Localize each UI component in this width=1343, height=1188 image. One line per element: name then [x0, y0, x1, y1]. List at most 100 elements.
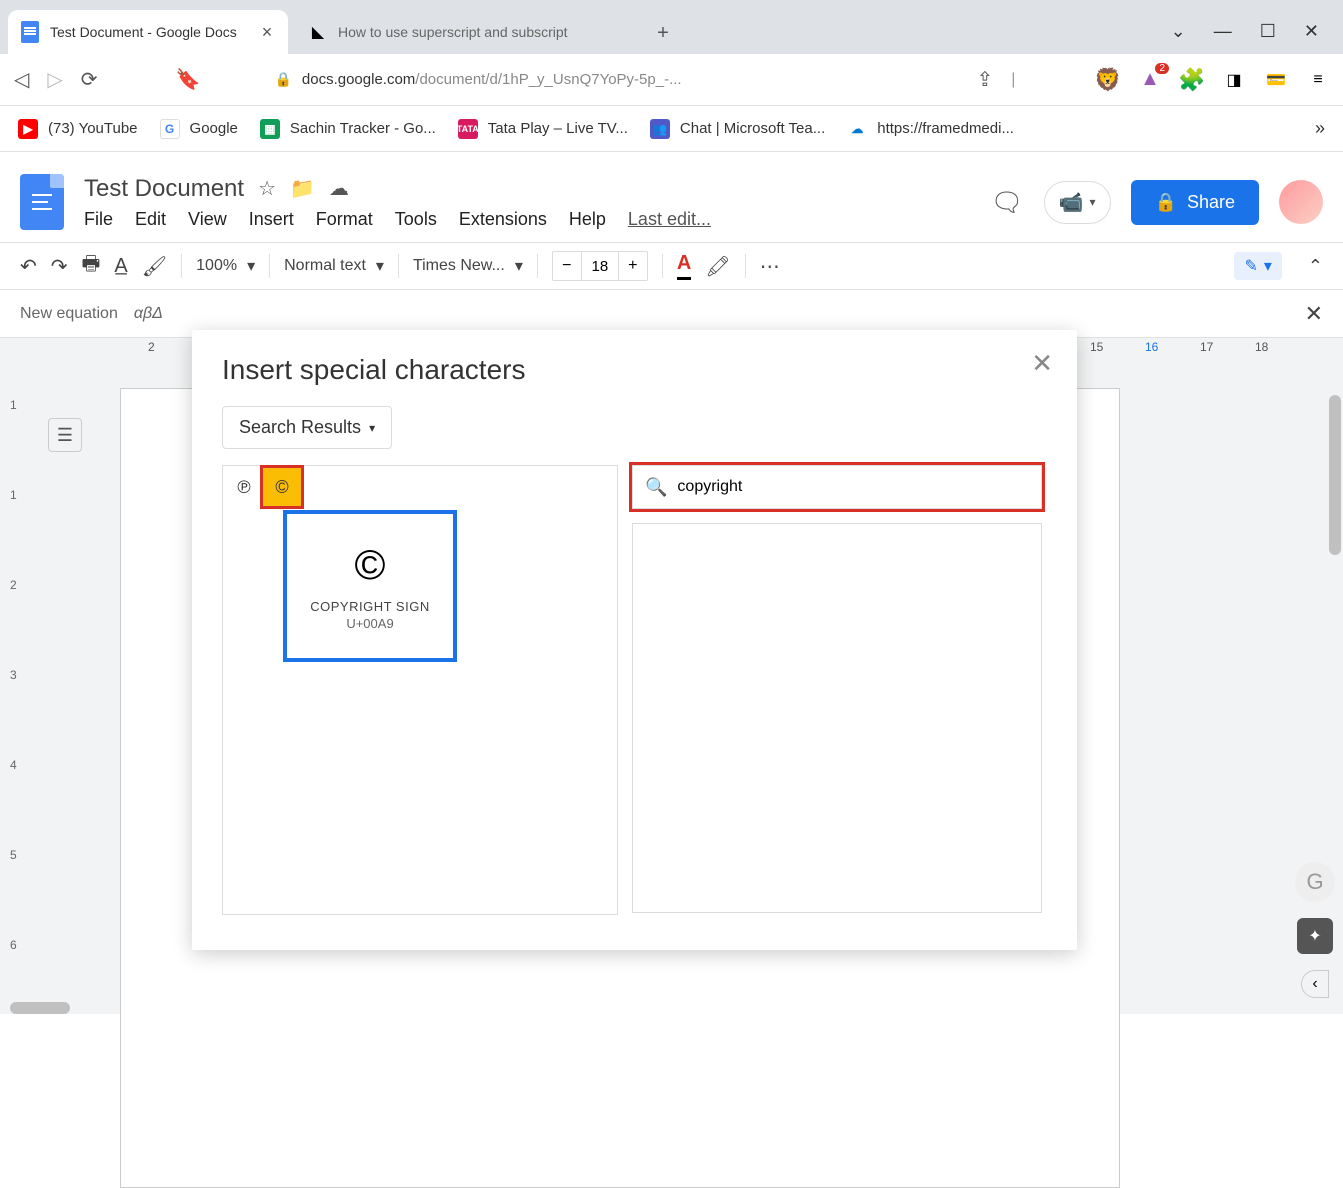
- tab-title: How to use superscript and subscript: [338, 24, 624, 40]
- extensions-icon[interactable]: 🧩: [1181, 69, 1203, 91]
- maximize-icon[interactable]: ☐: [1260, 21, 1276, 42]
- bookmark-onedrive[interactable]: ☁https://framedmedi...: [847, 119, 1014, 139]
- character-result[interactable]: ℗: [225, 468, 263, 506]
- horizontal-scrollbar[interactable]: [10, 1002, 70, 1014]
- menu-extensions[interactable]: Extensions: [459, 209, 547, 230]
- cloud-status-icon[interactable]: ☁: [329, 176, 349, 201]
- print-button[interactable]: 🖶: [82, 249, 101, 283]
- grammarly-icon[interactable]: G: [1295, 862, 1335, 902]
- bookmark-label: Sachin Tracker - Go...: [290, 120, 436, 137]
- vertical-scrollbar[interactable]: [1329, 395, 1341, 555]
- bookmarks-overflow[interactable]: »: [1315, 118, 1325, 139]
- spellcheck-button[interactable]: A̲: [114, 255, 127, 278]
- bookmark-youtube[interactable]: ▶(73) YouTube: [18, 119, 138, 139]
- text-color-button[interactable]: A: [677, 252, 691, 280]
- docs-logo-icon[interactable]: [20, 174, 64, 230]
- bookmark-label: Tata Play – Live TV...: [488, 120, 628, 137]
- account-avatar[interactable]: [1279, 180, 1323, 224]
- share-button[interactable]: 🔒Share: [1131, 180, 1259, 225]
- dialog-title: Insert special characters: [222, 354, 1047, 386]
- brave-shield-icon[interactable]: 🦁: [1097, 69, 1119, 91]
- new-tab-button[interactable]: +: [648, 18, 678, 48]
- paint-format-button[interactable]: 🖌: [142, 254, 167, 279]
- special-characters-dialog: ✕ Insert special characters Search Resul…: [192, 330, 1077, 950]
- star-icon[interactable]: ☆: [258, 176, 276, 201]
- tab-title: Test Document - Google Docs: [50, 24, 258, 40]
- redo-button[interactable]: ↷: [51, 254, 68, 279]
- menu-icon[interactable]: ≡: [1307, 69, 1329, 91]
- character-search-input[interactable]: [677, 478, 1029, 496]
- comment-history-icon[interactable]: 🗨: [991, 187, 1024, 218]
- url-input[interactable]: 🔒 docs.google.com/document/d/1hP_y_UsnQ7…: [258, 62, 958, 98]
- bookmark-sheets[interactable]: ▦Sachin Tracker - Go...: [260, 119, 436, 139]
- bookmark-label: (73) YouTube: [48, 120, 138, 137]
- bookmark-tata[interactable]: TATATata Play – Live TV...: [458, 119, 628, 139]
- document-outline-button[interactable]: ☰: [48, 418, 82, 452]
- font-dropdown[interactable]: Times New...▾: [413, 256, 523, 276]
- menu-edit[interactable]: Edit: [135, 209, 166, 230]
- url-host: docs.google.com: [302, 71, 415, 88]
- ruler-tick: 16: [1145, 340, 1158, 354]
- highlight-button[interactable]: 🖍: [705, 254, 730, 279]
- share-url-icon[interactable]: ⇪: [976, 67, 993, 92]
- font-value: Times New...: [413, 257, 505, 275]
- browser-tab-active[interactable]: Test Document - Google Docs ×: [8, 10, 288, 54]
- zoom-dropdown[interactable]: 100%▾: [196, 256, 255, 276]
- document-title[interactable]: Test Document: [84, 175, 244, 203]
- increase-font-button[interactable]: +: [619, 252, 647, 280]
- zoom-value: 100%: [196, 257, 237, 275]
- minimize-icon[interactable]: —: [1214, 21, 1232, 42]
- editing-mode-button[interactable]: ✎▾: [1234, 252, 1281, 280]
- ruler-tick: 2: [148, 340, 155, 354]
- bookmarks-bar: ▶(73) YouTube GGoogle ▦Sachin Tracker - …: [0, 106, 1343, 152]
- show-side-panel-button[interactable]: ‹: [1301, 970, 1329, 998]
- meet-button[interactable]: 📹▾: [1044, 181, 1111, 224]
- chevron-down-icon[interactable]: ⌄: [1171, 21, 1186, 42]
- bookmark-google[interactable]: GGoogle: [160, 119, 238, 139]
- greek-symbols[interactable]: αβΔ: [134, 305, 163, 323]
- sidebar-icon[interactable]: ◨: [1223, 69, 1245, 91]
- last-edit-link[interactable]: Last edit...: [628, 209, 711, 230]
- decrease-font-button[interactable]: −: [553, 252, 581, 280]
- menu-help[interactable]: Help: [569, 209, 606, 230]
- menu-file[interactable]: File: [84, 209, 113, 230]
- back-button[interactable]: ◁: [14, 67, 29, 92]
- close-window-icon[interactable]: ✕: [1304, 21, 1319, 42]
- brave-rewards-icon[interactable]: ▲2: [1139, 69, 1161, 91]
- explore-button[interactable]: ✦: [1297, 918, 1333, 954]
- reload-button[interactable]: ⟳: [81, 67, 98, 92]
- menu-insert[interactable]: Insert: [249, 209, 294, 230]
- font-size-control[interactable]: − +: [552, 251, 648, 281]
- ruler-tick: 18: [1255, 340, 1268, 354]
- bookmark-icon[interactable]: 🔖: [176, 67, 201, 92]
- menu-bar: File Edit View Insert Format Tools Exten…: [84, 209, 711, 230]
- side-panel-icons: G ✦ ‹: [1287, 862, 1343, 1014]
- character-tooltip: © COPYRIGHT SIGN U+00A9: [283, 510, 457, 662]
- menu-tools[interactable]: Tools: [395, 209, 437, 230]
- character-result-selected[interactable]: ©: [263, 468, 301, 506]
- menu-format[interactable]: Format: [316, 209, 373, 230]
- browser-tab-inactive[interactable]: ◣ How to use superscript and subscript: [296, 10, 636, 54]
- ruler-tick: 17: [1200, 340, 1213, 354]
- undo-button[interactable]: ↶: [20, 254, 37, 279]
- browser-tab-strip: Test Document - Google Docs × ◣ How to u…: [0, 0, 1343, 54]
- site-favicon-icon: ◣: [308, 22, 328, 42]
- move-icon[interactable]: 📁: [290, 176, 315, 201]
- close-dialog-button[interactable]: ✕: [1031, 348, 1053, 379]
- character-draw-area[interactable]: [632, 523, 1042, 913]
- tooltip-glyph: ©: [355, 541, 386, 589]
- close-tab-icon[interactable]: ×: [258, 23, 276, 41]
- wallet-icon[interactable]: 💳: [1265, 69, 1287, 91]
- menu-view[interactable]: View: [188, 209, 227, 230]
- collapse-toolbar-button[interactable]: ⌃: [1308, 256, 1323, 277]
- docs-favicon-icon: [20, 22, 40, 42]
- style-dropdown[interactable]: Normal text▾: [284, 256, 384, 276]
- font-size-input[interactable]: [581, 252, 619, 280]
- more-toolbar-button[interactable]: ⋯: [760, 254, 780, 279]
- bookmark-teams[interactable]: 👥Chat | Microsoft Tea...: [650, 119, 825, 139]
- forward-button[interactable]: ▷: [47, 67, 62, 92]
- character-search-input-container: 🔍: [632, 465, 1042, 509]
- bookmark-label: https://framedmedi...: [877, 120, 1014, 137]
- close-equation-bar-button[interactable]: ✕: [1305, 301, 1323, 327]
- category-dropdown[interactable]: Search Results: [222, 406, 392, 449]
